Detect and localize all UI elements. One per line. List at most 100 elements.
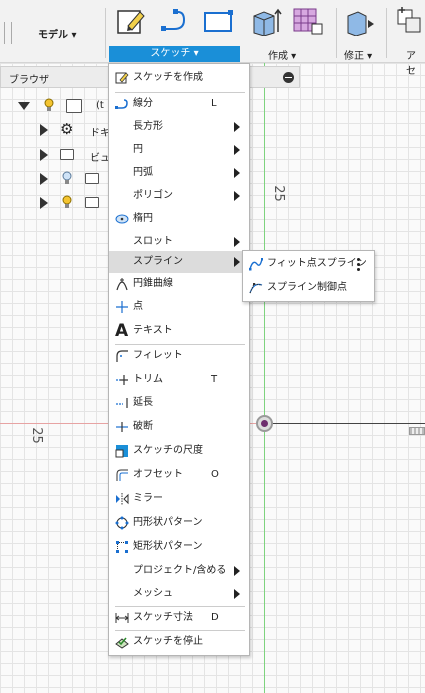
collapse-icon[interactable] [283, 72, 294, 83]
toolbar-divider [105, 8, 106, 58]
sketch-dropdown-menu: スケッチを作成 線分 L 長方形 円 円弧 ポリゴン 楕円 スロット スプライン… [108, 63, 250, 656]
menu-item-line[interactable]: 線分 L [109, 93, 249, 115]
sketch-dimension-icon [115, 613, 129, 623]
menu-item-trim[interactable]: トリム T [109, 369, 249, 391]
press-pull-icon[interactable] [344, 6, 376, 36]
menu-item-create-sketch[interactable]: スケッチを作成 [109, 67, 249, 89]
menu-item-control-point-spline[interactable]: スプライン制御点 [243, 277, 374, 299]
origin-point[interactable] [256, 415, 273, 432]
y-axis-line [264, 63, 265, 693]
extrude-icon[interactable] [250, 6, 282, 36]
create-menu-label[interactable]: 作成 ▾ [268, 47, 296, 62]
submenu-arrow-icon [234, 589, 240, 599]
fit-point-spline-icon [249, 258, 263, 271]
mirror-icon [116, 493, 129, 505]
sketch-menu-tab[interactable]: スケッチ ▾ [109, 46, 240, 62]
expand-right-icon[interactable] [40, 197, 48, 209]
submenu-arrow-icon [234, 566, 240, 576]
assemble-menu-label[interactable]: アセ [406, 47, 425, 77]
menu-item-sketch-scale[interactable]: スケッチの尺度 [109, 440, 249, 462]
toolbar-divider [336, 8, 337, 58]
menu-item-arc[interactable]: 円弧 [109, 162, 249, 184]
menu-item-extend[interactable]: 延長 [109, 392, 249, 414]
browser-title: ブラウザ [9, 75, 49, 86]
x-axis-line-positive [270, 423, 425, 424]
menu-item-circular-pattern[interactable]: 円形状パターン [109, 512, 249, 534]
menu-item-sketch-dimension[interactable]: スケッチ寸法 D [109, 607, 249, 629]
menu-item-mirror[interactable]: ミラー [109, 488, 249, 510]
menu-item-break[interactable]: 破断 [109, 416, 249, 438]
create-sketch-icon[interactable] [116, 6, 148, 36]
control-point-spline-icon [249, 283, 263, 294]
toolbar: モデル ▾ スケッチ ▾ 作成 ▾ 修正 ▾ アセ [0, 0, 425, 77]
rectangular-pattern-icon [116, 541, 128, 553]
tree-label: ビュ [90, 153, 110, 164]
folder-icon [60, 149, 74, 160]
line-tool-icon[interactable] [160, 6, 192, 36]
expand-down-icon[interactable] [18, 102, 30, 110]
tree-label: ドキ [90, 128, 110, 139]
submenu-arrow-icon [234, 122, 240, 132]
spline-submenu: フィット点スプライン スプライン制御点 [242, 250, 375, 302]
expand-right-icon[interactable] [40, 124, 48, 136]
toolbar-grip[interactable] [4, 22, 12, 44]
folder-icon [85, 173, 99, 184]
lightbulb-icon[interactable] [62, 195, 72, 209]
offset-icon [116, 469, 128, 481]
toolbar-divider [386, 8, 387, 58]
submenu-arrow-icon [234, 257, 240, 267]
menu-item-mesh[interactable]: メッシュ [109, 583, 249, 605]
rectangle-tool-icon[interactable] [202, 6, 234, 36]
fillet-icon [116, 350, 128, 362]
folder-icon [85, 197, 99, 208]
component-icon [66, 99, 82, 113]
tree-row-root[interactable]: (t [0, 96, 110, 116]
tree-row-document-settings[interactable]: ⚙ ドキ [0, 120, 110, 140]
workspace-model-button[interactable]: モデル ▾ [38, 26, 77, 41]
menu-item-rectangle[interactable]: 長方形 [109, 116, 249, 138]
ruler-label-top: 25 [270, 185, 286, 202]
menu-item-point[interactable]: 点 [109, 296, 249, 318]
create-sketch-icon [115, 72, 129, 84]
modify-menu-label[interactable]: 修正 ▾ [344, 47, 372, 62]
ellipse-icon [115, 214, 129, 224]
lightbulb-icon[interactable] [44, 98, 54, 112]
expand-right-icon[interactable] [40, 173, 48, 185]
text-icon: A [115, 321, 129, 341]
view-handle[interactable] [409, 427, 425, 435]
submenu-arrow-icon [234, 191, 240, 201]
menu-item-offset[interactable]: オフセット O [109, 464, 249, 486]
more-options-icon[interactable] [357, 258, 361, 271]
sketch-scale-icon [115, 445, 128, 458]
submenu-arrow-icon [234, 145, 240, 155]
assemble-icon[interactable] [394, 6, 425, 36]
submenu-arrow-icon [234, 237, 240, 247]
menu-item-project-include[interactable]: プロジェクト/含める [109, 560, 249, 582]
ruler-label-left: 25 [28, 427, 44, 444]
menu-item-spline[interactable]: スプライン [109, 251, 249, 273]
tree-label: (t [96, 100, 104, 111]
menu-item-fillet[interactable]: フィレット [109, 345, 249, 367]
circular-pattern-icon [115, 516, 129, 530]
lightbulb-off-icon[interactable] [62, 171, 72, 185]
menu-item-ellipse[interactable]: 楕円 [109, 208, 249, 230]
stop-sketch-icon [115, 637, 129, 649]
submenu-arrow-icon [234, 168, 240, 178]
break-icon [116, 422, 128, 432]
point-icon [116, 301, 128, 313]
tree-row-origin[interactable] [0, 169, 110, 189]
menu-item-polygon[interactable]: ポリゴン [109, 185, 249, 207]
menu-item-rectangular-pattern[interactable]: 矩形状パターン [109, 536, 249, 558]
menu-item-stop-sketch[interactable]: スケッチを停止 [109, 631, 249, 653]
menu-item-text[interactable]: A テキスト [109, 320, 249, 342]
tree-row-sketches[interactable] [0, 193, 110, 213]
conic-curve-icon [116, 278, 128, 291]
menu-item-circle[interactable]: 円 [109, 139, 249, 161]
gear-icon: ⚙ [60, 120, 74, 138]
menu-item-fit-point-spline[interactable]: フィット点スプライン [243, 253, 374, 275]
tree-row-views[interactable]: ビュ [0, 145, 110, 165]
menu-item-conic-curve[interactable]: 円錐曲線 [109, 273, 249, 295]
form-icon[interactable] [292, 6, 324, 36]
expand-right-icon[interactable] [40, 149, 48, 161]
menu-item-slot[interactable]: スロット [109, 231, 249, 253]
